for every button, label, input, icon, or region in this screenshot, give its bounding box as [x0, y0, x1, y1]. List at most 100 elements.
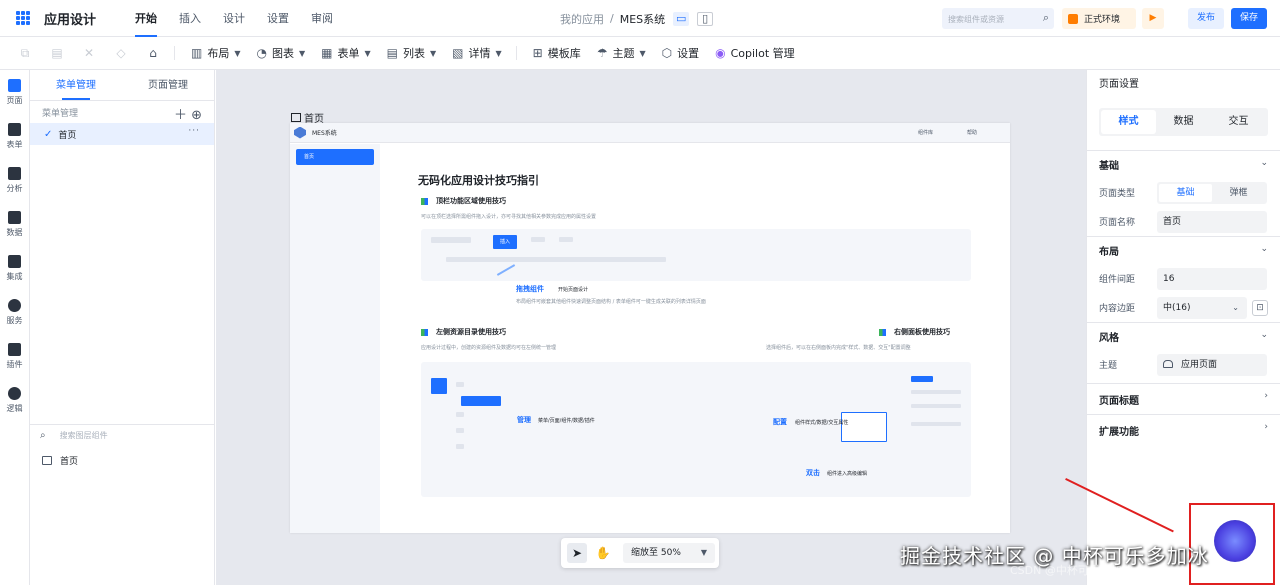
- toolbar-settings[interactable]: ⬡ 设置: [662, 45, 699, 61]
- mobile-preview-icon[interactable]: ▯: [697, 11, 714, 26]
- section-title: 右侧面板使用技巧: [894, 328, 950, 336]
- padding-select[interactable]: 中(16) ⌄: [1157, 296, 1247, 319]
- toolbar-theme[interactable]: ☂ 主题 ▼: [597, 45, 646, 61]
- search-icon[interactable]: ⌕: [1043, 11, 1049, 25]
- search-placeholder: 搜索组件或资源: [948, 15, 1004, 24]
- toolbar-layout-label: 布局: [207, 47, 230, 60]
- rail-item-data[interactable]: 数据: [0, 202, 29, 246]
- tab-design[interactable]: 设计: [212, 0, 256, 37]
- environment-button[interactable]: 正式环境: [1062, 8, 1136, 29]
- toolbar-form[interactable]: ▦ 表单 ▼: [321, 45, 371, 61]
- section-icon: [421, 197, 428, 205]
- tab-menu-management[interactable]: 菜单管理: [30, 70, 122, 100]
- toolbar-detail-label: 详情: [468, 47, 491, 60]
- padding-row: 内容边距 中(16) ⌄ ⊡: [1087, 293, 1280, 322]
- search-input[interactable]: 搜索组件或资源 ⌕: [942, 8, 1054, 29]
- chevron-down-icon: ⌄: [1260, 244, 1268, 254]
- design-canvas[interactable]: 首页 MES系统 组件库 帮助 首页 无码化应用设计技巧指引 顶栏功能区域使用技…: [216, 70, 1086, 585]
- guide-illustration-bottom: [421, 362, 971, 497]
- section-basic[interactable]: 基础 ⌄: [1087, 150, 1280, 178]
- tab-review[interactable]: 审阅: [300, 0, 344, 37]
- section-page-title[interactable]: 页面标题 ›: [1087, 383, 1280, 414]
- tab-insert[interactable]: 插入: [168, 0, 212, 37]
- theme-value: 应用页面: [1181, 359, 1218, 370]
- toolbar-layout[interactable]: ▥ 布局 ▼: [191, 45, 241, 61]
- padding-custom-icon[interactable]: ⊡: [1252, 300, 1268, 316]
- main-nav-tabs: 开始 插入 设计 设置 审阅: [124, 0, 344, 37]
- add-menu-icon[interactable]: ＋ ⊕: [174, 104, 202, 123]
- page-type-dialog[interactable]: 弹框: [1212, 184, 1265, 202]
- theme-select[interactable]: 应用页面: [1157, 353, 1267, 376]
- artboard-menu-home[interactable]: 首页: [296, 149, 374, 165]
- toolbar-list[interactable]: ▤ 列表 ▼: [387, 45, 437, 61]
- placeholder-block: [461, 396, 501, 406]
- chevron-down-icon: ▼: [429, 48, 437, 58]
- app-grid-icon[interactable]: [16, 11, 30, 25]
- toolbar-divider: [174, 46, 175, 60]
- copy-icon[interactable]: ⧉: [18, 46, 32, 60]
- toolbar-chart[interactable]: ◔ 图表 ▼: [257, 45, 306, 61]
- zoom-select[interactable]: 缩放至 50% ▼: [623, 543, 715, 563]
- plugin-icon: [8, 342, 21, 356]
- hand-pan-icon[interactable]: ✋: [593, 543, 613, 563]
- panel-title: 页面设置: [1099, 79, 1139, 90]
- chevron-down-icon: ▼: [298, 48, 306, 58]
- tab-settings[interactable]: 设置: [256, 0, 300, 37]
- toolbar-detail[interactable]: ▧ 详情 ▼: [452, 45, 502, 61]
- chevron-right-icon: ›: [1264, 422, 1268, 432]
- section-icon: [879, 328, 886, 336]
- layer-item-home[interactable]: 首页: [30, 450, 215, 470]
- chevron-down-icon: ▼: [639, 48, 646, 58]
- breadcrumb-current: MES系统: [619, 12, 666, 26]
- rail-label: 数据: [6, 227, 23, 237]
- rail-item-service[interactable]: 服务: [0, 290, 29, 334]
- menu-header-label: 菜单管理: [42, 108, 79, 119]
- rail-item-logic[interactable]: 逻辑: [0, 378, 29, 422]
- section-icon: [421, 328, 428, 336]
- toolbar-copilot[interactable]: ◉ Copilot 管理: [715, 45, 795, 61]
- desktop-preview-icon[interactable]: ▭: [673, 11, 690, 26]
- section-label: 页面标题: [1099, 395, 1139, 407]
- rail-item-form[interactable]: 表单: [0, 114, 29, 158]
- tab-data[interactable]: 数据: [1156, 110, 1211, 134]
- zoom-toolbar: ➤ ✋ 缩放至 50% ▼: [561, 538, 719, 568]
- rail-item-plugin[interactable]: 插件: [0, 334, 29, 378]
- paste-icon[interactable]: ▤: [50, 46, 64, 60]
- menu-item-home[interactable]: ✓ 首页 ···: [30, 123, 214, 145]
- section-sub-desc: 布局组件可嵌套其他组件快速调整页面结构 / 表单组件可一键生成关联的列表详情页面: [516, 299, 706, 305]
- integration-icon: [8, 254, 21, 268]
- section-layout[interactable]: 布局 ⌄: [1087, 236, 1280, 264]
- publish-button[interactable]: 发布: [1188, 8, 1224, 29]
- guide-title: 无码化应用设计技巧指引: [418, 174, 539, 187]
- more-icon[interactable]: ···: [188, 126, 200, 136]
- tab-page-management[interactable]: 页面管理: [122, 70, 214, 100]
- preview-play-icon[interactable]: ▶: [1142, 8, 1164, 29]
- padding-value: 中(16): [1163, 302, 1191, 313]
- page-name-input[interactable]: 首页: [1157, 210, 1267, 233]
- section-extend[interactable]: 扩展功能 ›: [1087, 414, 1280, 445]
- page-type-basic[interactable]: 基础: [1159, 183, 1212, 202]
- select-pointer-icon[interactable]: ➤: [567, 543, 587, 563]
- delete-icon[interactable]: ✕: [82, 46, 96, 60]
- watermark-sub: CSDN @中杯可乐多加冰: [1010, 564, 1133, 577]
- layer-search-input[interactable]: ⌕ 搜索图层组件: [30, 424, 215, 446]
- save-button[interactable]: 保存: [1231, 8, 1267, 29]
- ai-assistant-icon[interactable]: [1214, 520, 1256, 562]
- rail-item-analysis[interactable]: 分析: [0, 158, 29, 202]
- section-style[interactable]: 风格 ⌄: [1087, 322, 1280, 350]
- rail-item-integration[interactable]: 集成: [0, 246, 29, 290]
- rail-item-page[interactable]: 页面: [0, 70, 29, 114]
- gap-input[interactable]: 16: [1157, 267, 1267, 290]
- artboard[interactable]: MES系统 组件库 帮助 首页 无码化应用设计技巧指引 顶栏功能区域使用技巧 可…: [290, 123, 1010, 533]
- page-icon: [291, 113, 301, 122]
- breadcrumb-parent[interactable]: 我的应用: [560, 11, 604, 27]
- tab-start[interactable]: 开始: [124, 0, 168, 37]
- store-icon[interactable]: ⌂: [146, 46, 160, 60]
- tab-interaction[interactable]: 交互: [1211, 110, 1266, 134]
- insert-tab-sample: 插入: [493, 235, 517, 249]
- settings-icon: ⬡: [661, 46, 673, 60]
- tab-style[interactable]: 样式: [1101, 110, 1156, 134]
- toolbar-template[interactable]: ⊞ 模板库: [533, 45, 581, 61]
- eraser-icon[interactable]: ◇: [114, 46, 128, 60]
- toolbar-form-label: 表单: [337, 47, 360, 60]
